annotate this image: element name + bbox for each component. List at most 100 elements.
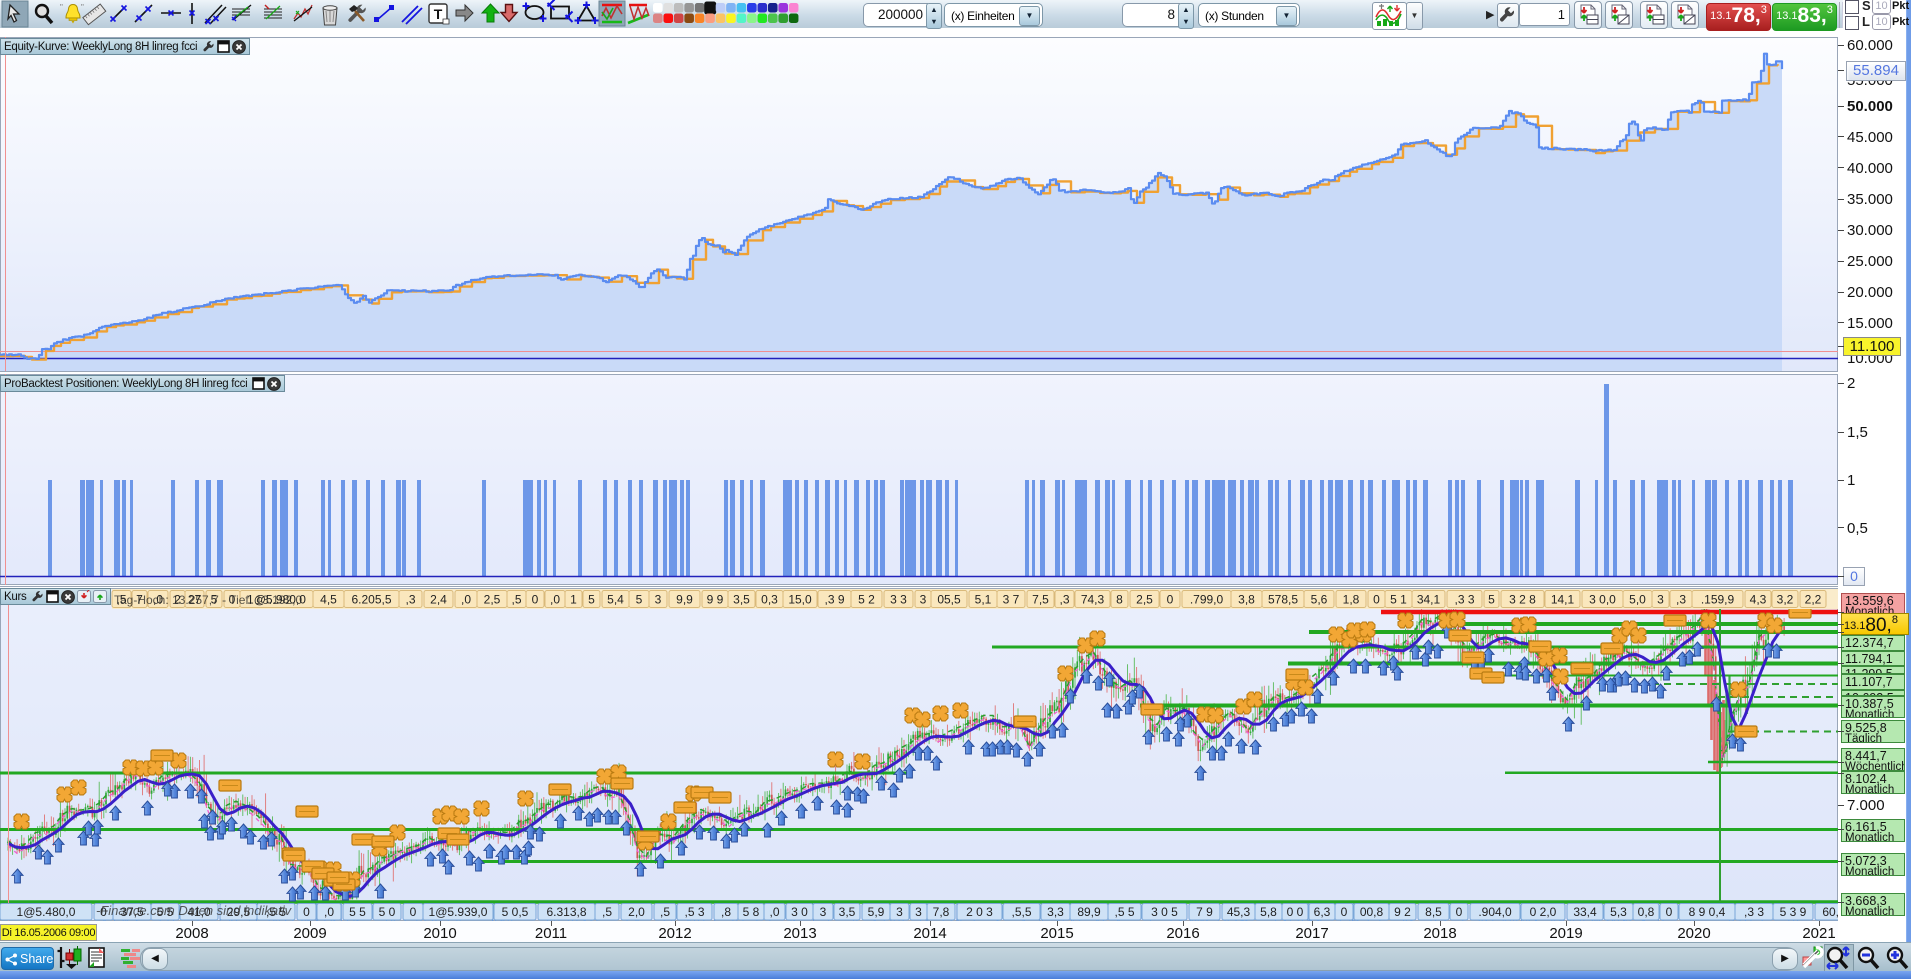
svg-text:4,5: 4,5 — [320, 593, 337, 607]
svg-text:3,5: 3,5 — [733, 593, 750, 607]
svg-text:6.313,8: 6.313,8 — [546, 905, 586, 919]
svg-text:6.205,5: 6.205,5 — [351, 593, 391, 607]
svg-text:1,8: 1,8 — [1343, 593, 1360, 607]
svg-text:,8: ,8 — [721, 905, 731, 919]
svg-text:6,3: 6,3 — [1314, 905, 1331, 919]
svg-text:,5 3: ,5 3 — [684, 905, 704, 919]
svg-text:.159,9: .159,9 — [1701, 593, 1735, 607]
svg-text:3 3: 3 3 — [890, 593, 907, 607]
svg-text:578,5: 578,5 — [1268, 593, 1298, 607]
svg-text:0,8: 0,8 — [1638, 905, 1655, 919]
svg-text:,5 5: ,5 5 — [1114, 905, 1134, 919]
svg-text:0: 0 — [410, 905, 417, 919]
svg-text:,3: ,3 — [405, 593, 415, 607]
svg-text:,3 9: ,3 9 — [824, 593, 844, 607]
svg-text:0: 0 — [532, 593, 539, 607]
svg-text:": " — [81, 3, 84, 12]
svg-text:34,1: 34,1 — [1417, 593, 1441, 607]
svg-text:5,9: 5,9 — [868, 905, 885, 919]
svg-text:5 3 9: 5 3 9 — [1780, 905, 1807, 919]
svg-text:0: 0 — [1666, 905, 1673, 919]
svg-text:60,4: 60,4 — [1822, 905, 1838, 919]
svg-text:5 1: 5 1 — [1390, 593, 1407, 607]
svg-text:0 2,0: 0 2,0 — [1530, 905, 1557, 919]
svg-text:4,3: 4,3 — [1750, 593, 1767, 607]
svg-text:1: 1 — [570, 593, 577, 607]
svg-text:7 9: 7 9 — [1196, 905, 1213, 919]
svg-text:Tag-Hoch: 13.257,7 - Tief: 13.: Tag-Hoch: 13.257,7 - Tief: 13.192,0 — [114, 593, 302, 607]
svg-text:.904,0: .904,0 — [1478, 905, 1512, 919]
svg-text:5 2: 5 2 — [858, 593, 875, 607]
svg-text:5 5: 5 5 — [349, 905, 366, 919]
svg-text:3,8: 3,8 — [1238, 593, 1255, 607]
svg-text:15,0: 15,0 — [788, 593, 812, 607]
svg-text:2,0: 2,0 — [628, 905, 645, 919]
svg-text:,3 3: ,3 3 — [1454, 593, 1474, 607]
svg-text:,0: ,0 — [769, 905, 779, 919]
svg-text:0: 0 — [1341, 905, 1348, 919]
svg-text:0 0: 0 0 — [1287, 905, 1304, 919]
svg-text:,3: ,3 — [1676, 593, 1686, 607]
svg-text:33,4: 33,4 — [1573, 905, 1597, 919]
svg-text:9 9: 9 9 — [707, 593, 724, 607]
svg-text:74,3: 74,3 — [1081, 593, 1105, 607]
svg-text:3 0,0: 3 0,0 — [1589, 593, 1616, 607]
svg-text:,0: ,0 — [324, 905, 334, 919]
svg-text:9,9: 9,9 — [676, 593, 693, 607]
svg-text:5: 5 — [636, 593, 643, 607]
svg-text:,5: ,5 — [511, 593, 521, 607]
svg-text:3: 3 — [920, 593, 927, 607]
svg-text:0: 0 — [303, 905, 310, 919]
svg-text:7,5: 7,5 — [1032, 593, 1049, 607]
svg-text:3: 3 — [820, 905, 827, 919]
svg-text:05,5: 05,5 — [937, 593, 961, 607]
svg-text:2,5: 2,5 — [1136, 593, 1153, 607]
svg-text:8,5: 8,5 — [1425, 905, 1442, 919]
svg-text:,0: ,0 — [550, 593, 560, 607]
svg-text:5 0,5: 5 0,5 — [502, 905, 529, 919]
svg-text:3: 3 — [915, 905, 922, 919]
svg-text:5: 5 — [1488, 593, 1495, 607]
svg-text:3: 3 — [1657, 593, 1664, 607]
svg-text:3: 3 — [655, 593, 662, 607]
svg-text:,5,5: ,5,5 — [1011, 905, 1031, 919]
svg-text:14,1: 14,1 — [1551, 593, 1575, 607]
svg-text:3 0 5: 3 0 5 — [1151, 905, 1178, 919]
svg-text:,3 3: ,3 3 — [1744, 905, 1764, 919]
svg-text:5,8: 5,8 — [1260, 905, 1277, 919]
svg-text:1@5.480,0: 1@5.480,0 — [17, 905, 76, 919]
svg-text:2 0 3: 2 0 3 — [966, 905, 993, 919]
svg-text:3,5: 3,5 — [839, 905, 856, 919]
svg-text:,5: ,5 — [660, 905, 670, 919]
svg-text:3,2: 3,2 — [1777, 593, 1794, 607]
svg-text:8 9 0,4: 8 9 0,4 — [1689, 905, 1726, 919]
svg-text:45,3: 45,3 — [1227, 905, 1251, 919]
svg-text:3: 3 — [896, 905, 903, 919]
svg-text:3 7: 3 7 — [1003, 593, 1020, 607]
svg-text:3,3: 3,3 — [1047, 905, 1064, 919]
svg-text:0: 0 — [1167, 593, 1174, 607]
svg-text:00,8: 00,8 — [1360, 905, 1384, 919]
svg-text:5: 5 — [588, 593, 595, 607]
svg-text:,0: ,0 — [461, 593, 471, 607]
svg-text:0,3: 0,3 — [761, 593, 778, 607]
svg-text:": " — [60, 3, 63, 12]
svg-text:5,3: 5,3 — [1610, 905, 1627, 919]
svg-text:5,0: 5,0 — [1629, 593, 1646, 607]
svg-text:2,5: 2,5 — [484, 593, 501, 607]
svg-text:2,4: 2,4 — [430, 593, 447, 607]
svg-text:1@5.939,0: 1@5.939,0 — [429, 905, 488, 919]
svg-text:,3: ,3 — [1059, 593, 1069, 607]
svg-text:-Finance.com Daten sind indika: -Finance.com Daten sind indikativ — [96, 903, 293, 918]
svg-text:5 8: 5 8 — [743, 905, 760, 919]
svg-text:2,2: 2,2 — [1805, 593, 1822, 607]
svg-text:3 2 8: 3 2 8 — [1509, 593, 1536, 607]
svg-text:89,9: 89,9 — [1077, 905, 1101, 919]
svg-text:8: 8 — [1116, 593, 1123, 607]
svg-text:5,1: 5,1 — [975, 593, 992, 607]
svg-text:3 0: 3 0 — [791, 905, 808, 919]
svg-text:9 2: 9 2 — [1394, 905, 1411, 919]
svg-text:,5: ,5 — [602, 905, 612, 919]
svg-text:T: T — [434, 6, 443, 22]
svg-text:5,4: 5,4 — [607, 593, 624, 607]
